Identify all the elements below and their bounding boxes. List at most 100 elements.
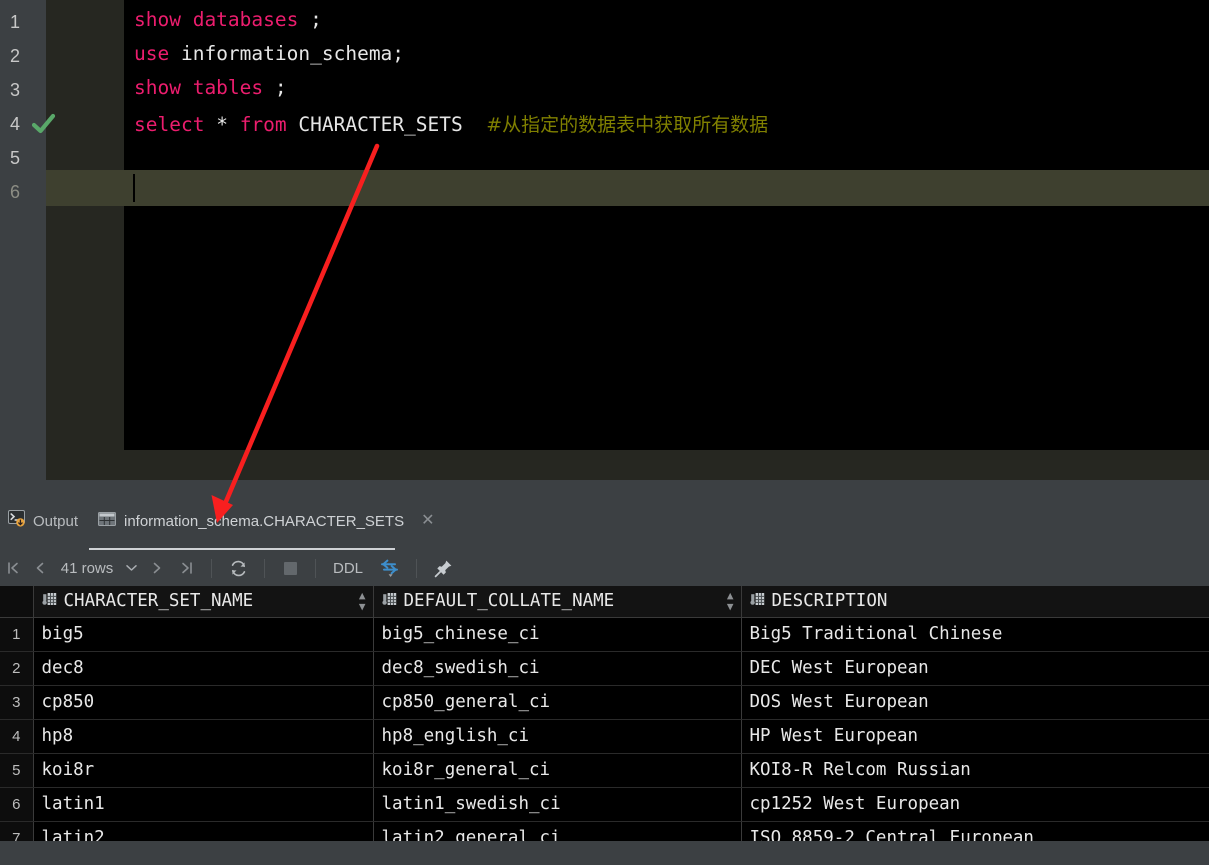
check-glyph — [31, 113, 56, 134]
tab-result-label: information_schema.CHARACTER_SETS — [124, 512, 405, 530]
next-page-icon[interactable] — [142, 554, 172, 582]
code-line-1: show databases ; — [134, 8, 322, 31]
column-header-character-set-name[interactable]: CHARACTER_SET_NAME ▲ ▼ — [33, 586, 374, 618]
first-page-icon[interactable] — [0, 554, 26, 582]
table-grid-icon — [98, 511, 116, 532]
row-number: 5 — [0, 753, 34, 788]
column-header-default-collate-name[interactable]: DEFAULT_COLLATE_NAME ▲ ▼ — [373, 586, 742, 618]
editor-bottom-strip — [46, 450, 1209, 480]
table-row[interactable]: 7 latin2 latin2_general_ci ISO 8859-2 Ce… — [0, 821, 1209, 841]
editor-code-area[interactable] — [124, 0, 1209, 450]
table-row[interactable]: 6 latin1 latin1_swedish_ci cp1252 West E… — [0, 787, 1209, 822]
column-key-icon — [749, 591, 765, 611]
cell-default-collate-name[interactable]: latin1_swedish_ci — [373, 787, 742, 822]
code-token: CHARACTER_SETS — [286, 113, 487, 136]
cell-default-collate-name[interactable]: hp8_english_ci — [373, 719, 742, 754]
ddl-button[interactable]: DDL — [325, 554, 371, 582]
console-output-icon — [8, 510, 25, 532]
code-token: select — [134, 113, 205, 136]
code-token: use — [134, 42, 170, 65]
code-token: ; — [263, 76, 287, 99]
code-token: information_schema; — [169, 42, 405, 65]
row-number: 3 — [0, 685, 34, 720]
cell-default-collate-name[interactable]: dec8_swedish_ci — [373, 651, 742, 686]
cell-character-set-name[interactable]: latin2 — [33, 821, 374, 841]
toolbar-divider — [211, 558, 212, 578]
services-result-panel: Output information_schema.CHARACTER_SETS… — [0, 480, 1209, 865]
ide-window: 1 2 3 4 5 6 show databases ; use informa… — [0, 0, 1209, 865]
tab-output[interactable]: Output — [8, 504, 78, 538]
statement-success-check-icon — [31, 113, 56, 135]
code-token: from — [239, 113, 287, 136]
column-key-icon — [41, 591, 57, 611]
grid-corner-cell[interactable] — [0, 586, 34, 618]
cell-default-collate-name[interactable]: cp850_general_ci — [373, 685, 742, 720]
result-grid-toolbar: 41 rows DDL — [0, 550, 1209, 586]
row-number: 2 — [0, 651, 34, 686]
tab-result-character-sets[interactable]: information_schema.CHARACTER_SETS ✕ — [98, 504, 435, 538]
toolbar-divider — [315, 558, 316, 578]
cell-description[interactable]: cp1252 West European — [741, 787, 1209, 822]
row-number: 7 — [0, 821, 34, 841]
cell-description[interactable]: Big5 Traditional Chinese — [741, 617, 1209, 652]
transpose-arrows-icon[interactable] — [371, 554, 407, 582]
toolbar-divider — [416, 558, 417, 578]
column-header-description[interactable]: DESCRIPTION — [741, 586, 1209, 618]
cell-character-set-name[interactable]: koi8r — [33, 753, 374, 788]
code-line-2: use information_schema; — [134, 42, 404, 65]
code-line-3: show tables ; — [134, 76, 287, 99]
gutter-line-number-current: 6 — [10, 181, 21, 202]
row-number: 1 — [0, 617, 34, 652]
cell-description[interactable]: ISO 8859-2 Central European — [741, 821, 1209, 841]
current-line-highlight — [124, 170, 1209, 206]
tab-output-label: Output — [33, 512, 79, 530]
table-row[interactable]: 5 koi8r koi8r_general_ci KOI8-R Relcom R… — [0, 753, 1209, 788]
sort-indicator-icon[interactable]: ▲ ▼ — [727, 590, 740, 612]
result-grid[interactable]: CHARACTER_SET_NAME ▲ ▼ DEFAULT_COLLATE_N… — [0, 586, 1209, 841]
row-count-label: 41 rows — [54, 554, 120, 582]
column-header-label: DEFAULT_COLLATE_NAME — [403, 591, 615, 612]
column-header-label: DESCRIPTION — [771, 591, 888, 612]
code-token: * — [204, 113, 240, 136]
sql-editor: 1 2 3 4 5 6 show databases ; use informa… — [0, 0, 1209, 480]
code-line-4: select * from CHARACTER_SETS #从指定的数据表中获取… — [134, 110, 768, 137]
code-token: ; — [298, 8, 322, 31]
last-page-icon[interactable] — [172, 554, 202, 582]
table-row[interactable]: 2 dec8 dec8_swedish_ci DEC West European — [0, 651, 1209, 686]
cell-character-set-name[interactable]: big5 — [33, 617, 374, 652]
cell-character-set-name[interactable]: cp850 — [33, 685, 374, 720]
cell-description[interactable]: DEC West European — [741, 651, 1209, 686]
cell-description[interactable]: HP West European — [741, 719, 1209, 754]
stop-square-icon[interactable] — [274, 554, 306, 582]
cell-character-set-name[interactable]: hp8 — [33, 719, 374, 754]
cell-description[interactable]: KOI8-R Relcom Russian — [741, 753, 1209, 788]
table-row[interactable]: 3 cp850 cp850_general_ci DOS West Europe… — [0, 685, 1209, 720]
cell-description[interactable]: DOS West European — [741, 685, 1209, 720]
cell-character-set-name[interactable]: latin1 — [33, 787, 374, 822]
column-header-label: CHARACTER_SET_NAME — [63, 591, 254, 612]
cell-character-set-name[interactable]: dec8 — [33, 651, 374, 686]
editor-left-padding — [0, 450, 46, 480]
cell-default-collate-name[interactable]: koi8r_general_ci — [373, 753, 742, 788]
chevron-down-icon[interactable] — [120, 554, 142, 582]
close-icon[interactable]: ✕ — [421, 513, 434, 529]
table-header-row: CHARACTER_SET_NAME ▲ ▼ DEFAULT_COLLATE_N… — [0, 586, 1209, 618]
gutter-line-number-label: 4 — [10, 113, 21, 134]
cell-default-collate-name[interactable]: latin2_general_ci — [373, 821, 742, 841]
prev-page-icon[interactable] — [26, 554, 54, 582]
table-row[interactable]: 4 hp8 hp8_english_ci HP West European — [0, 719, 1209, 754]
ddl-label: DDL — [332, 559, 363, 577]
code-token: show tables — [134, 76, 264, 99]
table-body: 1 big5 big5_chinese_ci Big5 Traditional … — [0, 617, 1209, 841]
sort-indicator-icon[interactable]: ▲ ▼ — [359, 590, 372, 612]
toolbar-divider — [264, 558, 265, 578]
code-comment: #从指定的数据表中获取所有数据 — [486, 114, 769, 136]
pin-icon[interactable] — [426, 554, 460, 582]
column-key-icon — [381, 591, 397, 611]
refresh-icon[interactable] — [221, 554, 255, 582]
table-row[interactable]: 1 big5 big5_chinese_ci Big5 Traditional … — [0, 617, 1209, 652]
result-table: CHARACTER_SET_NAME ▲ ▼ DEFAULT_COLLATE_N… — [0, 586, 1209, 841]
row-number: 4 — [0, 719, 34, 754]
cell-default-collate-name[interactable]: big5_chinese_ci — [373, 617, 742, 652]
panel-tab-bar: Output information_schema.CHARACTER_SETS… — [0, 480, 1209, 550]
